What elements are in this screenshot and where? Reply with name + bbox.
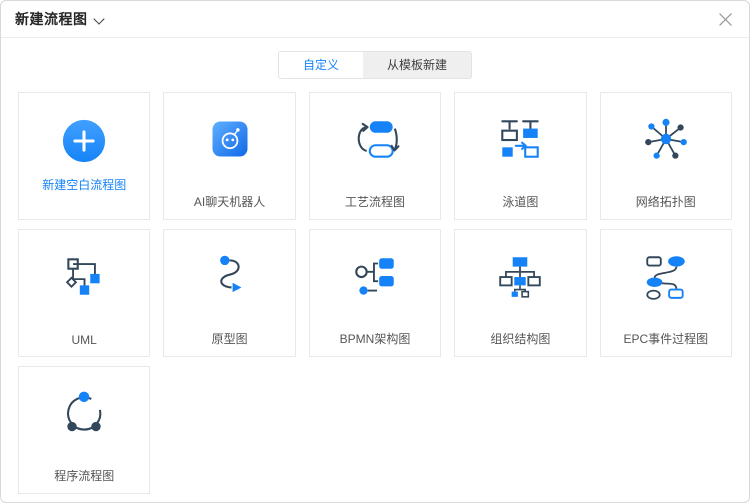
card-label: 原型图	[164, 330, 294, 347]
card-label: 新建空白流程图	[19, 176, 149, 193]
template-card-plus-circle[interactable]: 新建空白流程图	[18, 92, 150, 220]
title-dropdown[interactable]: 新建流程图	[15, 9, 104, 29]
card-label: 泳道图	[455, 193, 585, 210]
template-card-org-chart[interactable]: 组织结构图	[454, 229, 586, 357]
uml-tree-icon	[19, 230, 149, 322]
template-card-uml-tree[interactable]: UML	[18, 229, 150, 357]
process-flow-icon	[310, 93, 440, 185]
card-label: 网络拓扑图	[601, 193, 731, 210]
template-card-swimlane[interactable]: 泳道图	[454, 92, 586, 220]
template-card-process-flow[interactable]: 工艺流程图	[309, 92, 441, 220]
card-label: BPMN架构图	[310, 330, 440, 347]
network-topology-icon	[601, 93, 731, 185]
card-label: AI聊天机器人	[164, 193, 294, 210]
template-grid: 新建空白流程图 AI聊天机器人 工艺流程图 泳道图 网络拓扑图 UML 原型图 …	[1, 79, 749, 503]
tab-from-template[interactable]: 从模板新建	[363, 52, 471, 78]
prototype-curve-icon	[164, 230, 294, 322]
bpmn-flow-icon	[310, 230, 440, 322]
dialog-header: 新建流程图	[1, 1, 749, 38]
template-card-epc-flow[interactable]: EPC事件过程图	[600, 229, 732, 357]
card-label: 工艺流程图	[310, 193, 440, 210]
template-card-program-cycle[interactable]: 程序流程图	[18, 366, 150, 494]
template-card-network-topology[interactable]: 网络拓扑图	[600, 92, 732, 220]
plus-circle-icon	[19, 93, 149, 189]
tabs-wrap: 自定义 从模板新建	[1, 51, 749, 79]
card-label: UML	[19, 333, 149, 347]
org-chart-icon	[455, 230, 585, 322]
close-icon	[719, 13, 732, 26]
dialog-title: 新建流程图	[15, 9, 88, 29]
ai-robot-icon	[164, 93, 294, 185]
card-label: EPC事件过程图	[601, 330, 731, 347]
chevron-down-icon	[95, 13, 104, 22]
program-cycle-icon	[19, 367, 149, 459]
template-card-ai-robot[interactable]: AI聊天机器人	[163, 92, 295, 220]
template-card-prototype-curve[interactable]: 原型图	[163, 229, 295, 357]
close-button[interactable]	[715, 9, 735, 29]
swimlane-icon	[455, 93, 585, 185]
card-label: 组织结构图	[455, 330, 585, 347]
new-flowchart-dialog: 新建流程图 自定义 从模板新建 新建空白流程图 AI聊天机器人 工艺流程图 泳道…	[0, 0, 750, 503]
template-card-bpmn-flow[interactable]: BPMN架构图	[309, 229, 441, 357]
epc-flow-icon	[601, 230, 731, 322]
card-label: 程序流程图	[19, 467, 149, 484]
tab-group: 自定义 从模板新建	[278, 51, 472, 79]
tab-custom[interactable]: 自定义	[279, 52, 363, 78]
